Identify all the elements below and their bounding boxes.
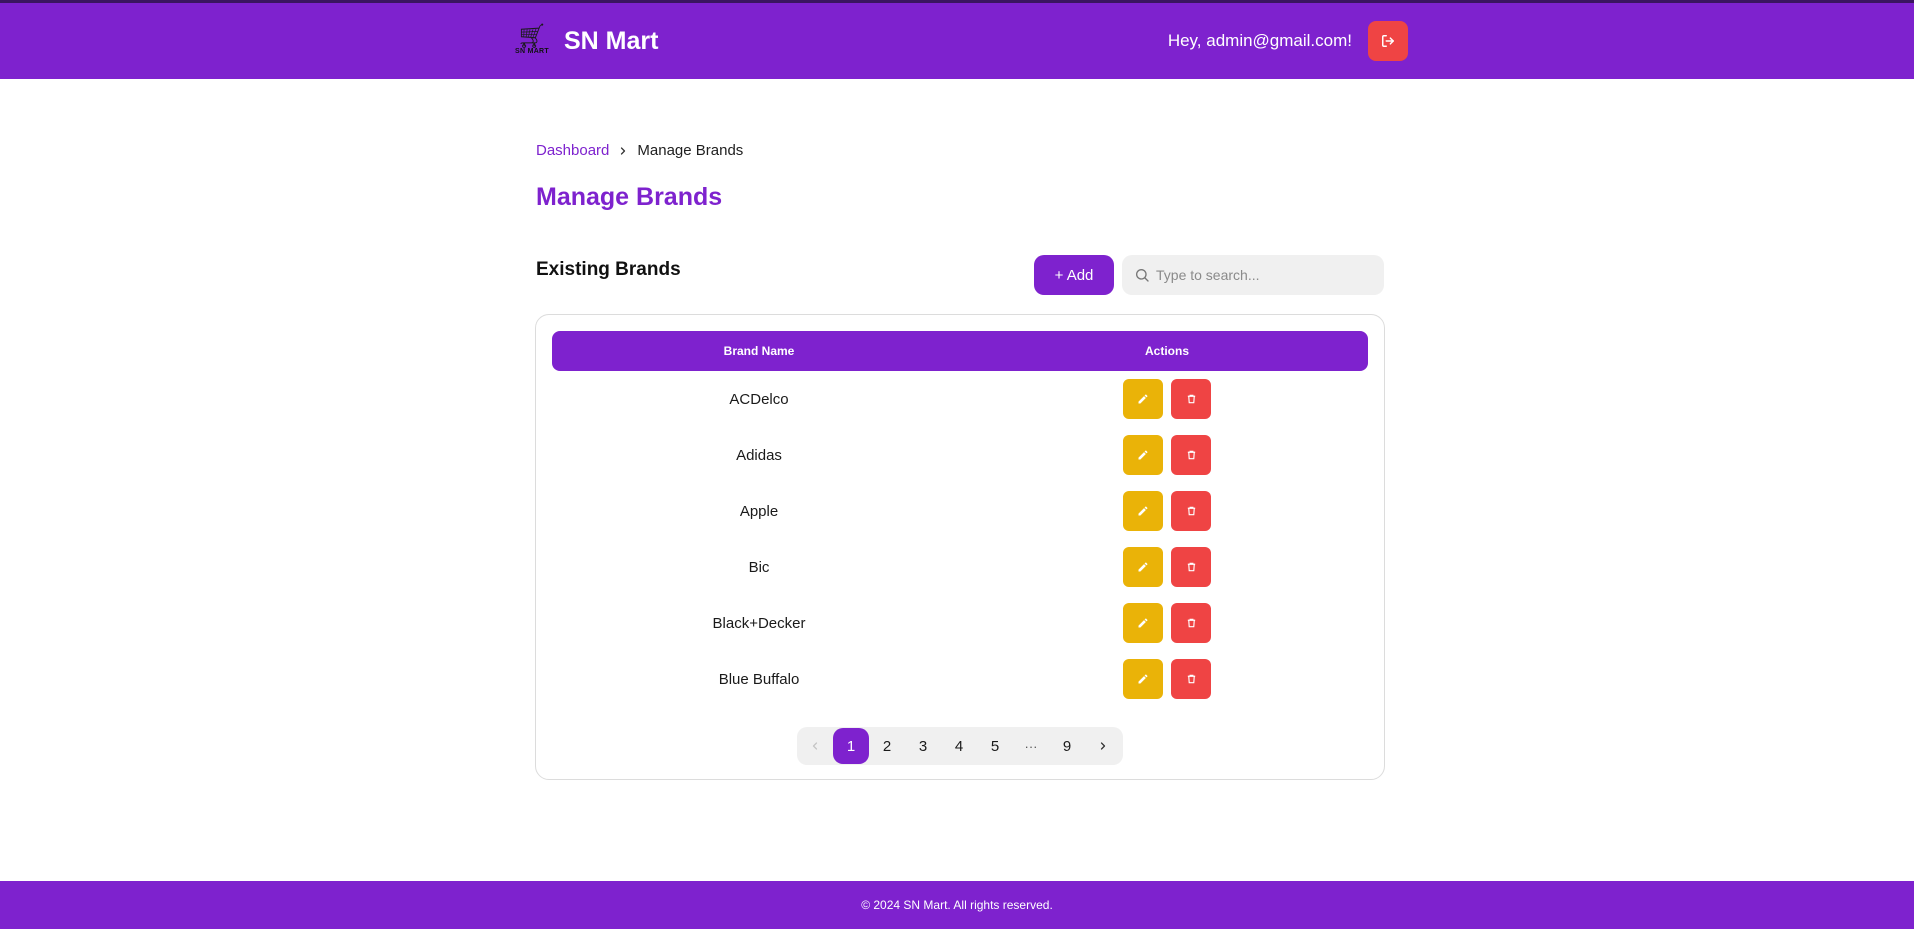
delete-button[interactable]	[1171, 603, 1211, 643]
breadcrumb-current: Manage Brands	[637, 142, 744, 159]
logo-caption: SN MART	[515, 48, 549, 55]
brand-name-cell: Apple	[739, 502, 779, 520]
brand-name-cell: Bic	[748, 558, 770, 576]
column-header-actions: Actions	[1144, 344, 1189, 358]
pencil-icon	[1138, 506, 1148, 516]
trash-icon	[1187, 506, 1195, 516]
pagination: 1 2 3 4 5 ··· 9	[797, 727, 1123, 765]
trash-icon	[1187, 394, 1195, 404]
edit-button[interactable]	[1123, 659, 1163, 699]
actions-cell	[966, 651, 1368, 707]
pagination-ellipsis: ···	[1024, 738, 1038, 754]
search-box[interactable]	[1122, 255, 1384, 295]
footer-copyright: © 2024 SN Mart. All rights reserved.	[861, 898, 1053, 912]
trash-icon	[1187, 674, 1195, 684]
logout-button[interactable]	[1368, 21, 1408, 61]
navbar: 🛒︎ SN MART SN Mart Hey, admin@gmail.com!	[0, 0, 1914, 79]
pagination-page-5[interactable]: 5	[977, 727, 1013, 765]
edit-button[interactable]	[1123, 435, 1163, 475]
delete-button[interactable]	[1171, 547, 1211, 587]
edit-button[interactable]	[1123, 491, 1163, 531]
delete-button[interactable]	[1171, 659, 1211, 699]
delete-button[interactable]	[1171, 435, 1211, 475]
search-input[interactable]	[1156, 267, 1376, 283]
pagination-prev-button[interactable]	[797, 727, 833, 765]
user-greeting: Hey, admin@gmail.com!	[1167, 31, 1352, 50]
table-row: Bic	[552, 539, 1368, 595]
breadcrumb-dashboard-link[interactable]: Dashboard	[536, 142, 609, 159]
pagination-page-9[interactable]: 9	[1049, 727, 1085, 765]
pencil-icon	[1138, 674, 1148, 684]
pagination-page-3[interactable]: 3	[905, 727, 941, 765]
brand-name-cell: Blue Buffalo	[718, 670, 800, 688]
brand-name-cell: Adidas	[736, 446, 782, 464]
section-title: Existing Brands	[536, 259, 681, 280]
pagination-page-2[interactable]: 2	[869, 727, 905, 765]
cart-icon: 🛒︎	[516, 23, 548, 50]
table-row: Blue Buffalo	[552, 651, 1368, 707]
footer: © 2024 SN Mart. All rights reserved.	[0, 881, 1914, 929]
actions-cell	[966, 427, 1368, 483]
chevron-right-icon	[1100, 742, 1106, 750]
pencil-icon	[1138, 618, 1148, 628]
brand-name-cell: Black+Decker	[712, 614, 806, 632]
pencil-icon	[1138, 562, 1148, 572]
actions-cell	[966, 371, 1368, 427]
chevron-right-icon	[621, 146, 626, 155]
pencil-icon	[1138, 450, 1148, 460]
logout-icon	[1382, 35, 1394, 47]
table-header: Brand Name Actions	[552, 331, 1368, 371]
app-name[interactable]: SN Mart	[564, 27, 658, 56]
trash-icon	[1187, 450, 1195, 460]
column-header-brand-name: Brand Name	[723, 344, 795, 358]
table-row: ACDelco	[552, 371, 1368, 427]
trash-icon	[1187, 562, 1195, 572]
edit-button[interactable]	[1123, 603, 1163, 643]
pagination-page-1[interactable]: 1	[833, 728, 869, 764]
search-icon	[1136, 269, 1149, 282]
brands-table-card: Brand Name Actions ACDelco Adidas Apple …	[535, 314, 1385, 780]
pencil-icon	[1138, 394, 1148, 404]
user-area: Hey, admin@gmail.com!	[1168, 21, 1408, 61]
navbar-inner: 🛒︎ SN MART SN Mart Hey, admin@gmail.com!	[512, 3, 1408, 79]
chevron-left-icon	[812, 742, 818, 750]
brand-name-cell: ACDelco	[729, 390, 789, 408]
table-row: Adidas	[552, 427, 1368, 483]
table-body: ACDelco Adidas Apple Bic Black+Decker Bl…	[552, 371, 1368, 707]
actions-cell	[966, 595, 1368, 651]
actions-cell	[966, 483, 1368, 539]
trash-icon	[1187, 618, 1195, 628]
table-row: Black+Decker	[552, 595, 1368, 651]
actions-cell	[966, 539, 1368, 595]
delete-button[interactable]	[1171, 379, 1211, 419]
edit-button[interactable]	[1123, 379, 1163, 419]
delete-button[interactable]	[1171, 491, 1211, 531]
pagination-page-4[interactable]: 4	[941, 727, 977, 765]
brand[interactable]: 🛒︎ SN MART SN Mart	[512, 21, 658, 61]
table-row: Apple	[552, 483, 1368, 539]
breadcrumb: Dashboard Manage Brands	[536, 142, 743, 159]
edit-button[interactable]	[1123, 547, 1163, 587]
logo[interactable]: 🛒︎ SN MART	[512, 21, 552, 61]
pagination-next-button[interactable]	[1085, 727, 1121, 765]
add-brand-button[interactable]: + Add	[1034, 255, 1114, 295]
page-title: Manage Brands	[536, 183, 723, 211]
